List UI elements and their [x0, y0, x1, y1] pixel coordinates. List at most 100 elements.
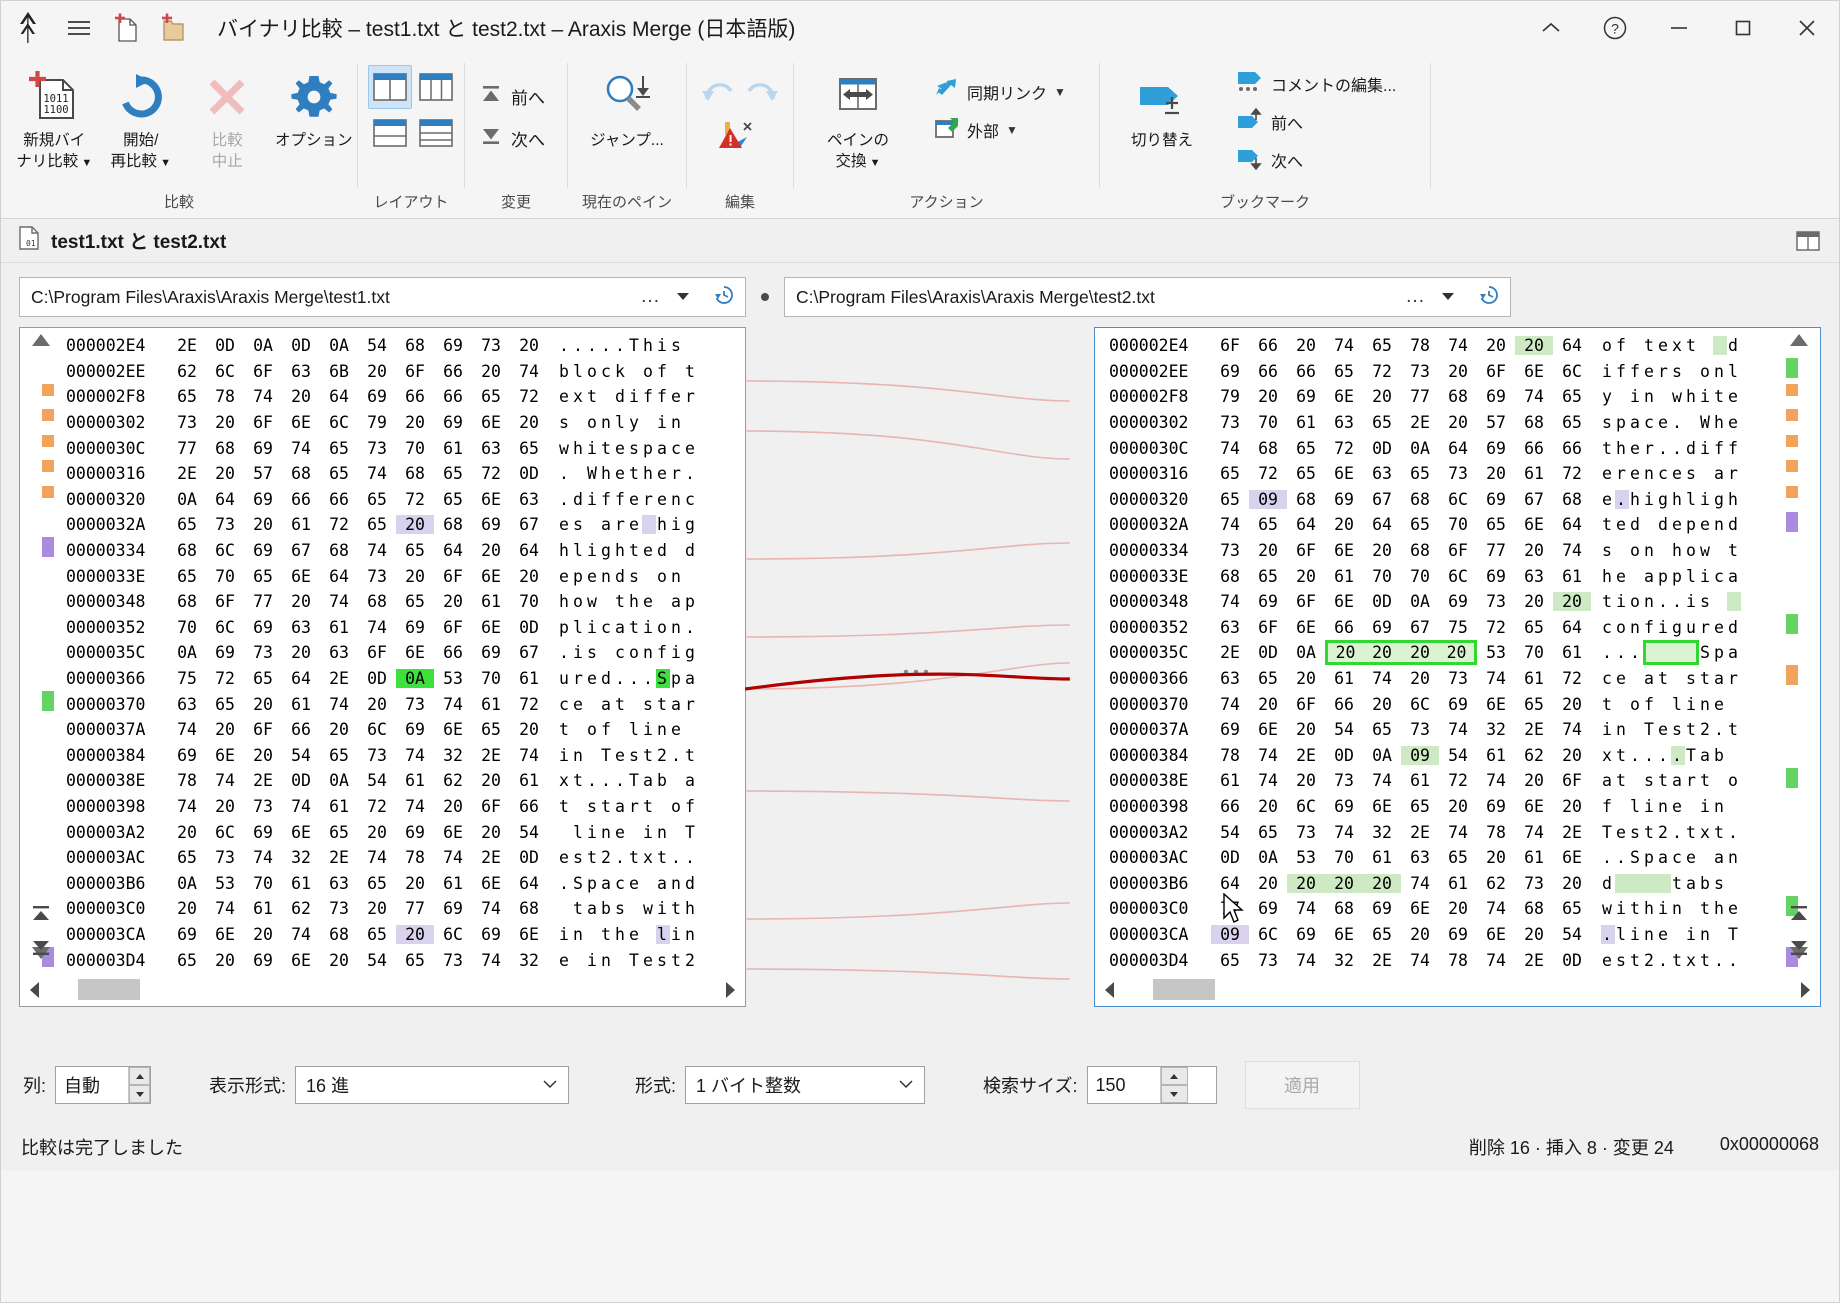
ascii-char[interactable]: s: [1601, 541, 1615, 560]
hex-byte[interactable]: 65: [1515, 695, 1553, 714]
ascii-char[interactable]: [1629, 669, 1643, 688]
ascii-char[interactable]: a: [1713, 464, 1727, 483]
hex-byte[interactable]: 6E: [1325, 925, 1363, 944]
ascii-char[interactable]: [1685, 797, 1699, 816]
hex-byte[interactable]: 65: [1401, 515, 1439, 534]
ascii-char[interactable]: [642, 567, 656, 586]
hex-byte[interactable]: 79: [1211, 387, 1249, 406]
hex-byte[interactable]: 61: [1515, 848, 1553, 867]
minimize-button[interactable]: [1647, 1, 1711, 55]
ascii-char[interactable]: [1657, 541, 1671, 560]
ascii-char[interactable]: x: [558, 771, 572, 790]
ascii-char[interactable]: n: [1615, 720, 1629, 739]
hex-byte[interactable]: 20: [282, 643, 320, 662]
ascii-char[interactable]: u: [1685, 618, 1699, 637]
ascii-char[interactable]: t: [1643, 823, 1657, 842]
hex-byte[interactable]: 65: [244, 567, 282, 586]
hex-byte[interactable]: 20: [472, 362, 510, 381]
hex-row[interactable]: 0000030273206F6E6C7920696E20s only in: [62, 410, 703, 436]
hex-byte[interactable]: 74: [1439, 720, 1477, 739]
hex-byte[interactable]: 68: [320, 541, 358, 560]
hex-byte[interactable]: 65: [1515, 618, 1553, 637]
hex-byte[interactable]: 63: [168, 695, 206, 714]
hex-byte[interactable]: 20: [1401, 669, 1439, 688]
hex-byte[interactable]: 68: [168, 541, 206, 560]
ascii-char[interactable]: i: [1699, 567, 1713, 586]
hex-byte[interactable]: 6E: [510, 925, 548, 944]
ascii-char[interactable]: i: [1699, 797, 1713, 816]
hex-byte[interactable]: 65: [206, 695, 244, 714]
change-marker[interactable]: [1786, 486, 1798, 498]
ascii-char[interactable]: w: [586, 592, 600, 611]
hex-byte[interactable]: 20: [1401, 925, 1439, 944]
ascii-char[interactable]: i: [628, 387, 642, 406]
ascii-char[interactable]: .: [684, 618, 698, 637]
ascii-char[interactable]: e: [1629, 464, 1643, 483]
hex-byte[interactable]: 70: [168, 618, 206, 637]
hex-row[interactable]: 00000334686C6967687465642064hlighted d: [62, 538, 703, 564]
ascii-char[interactable]: e: [1727, 899, 1741, 918]
ascii-char[interactable]: [642, 515, 656, 534]
hex-byte[interactable]: 2E: [472, 746, 510, 765]
ascii-char[interactable]: .: [1615, 643, 1629, 662]
hex-byte[interactable]: 6E: [1515, 797, 1553, 816]
ascii-char[interactable]: [600, 592, 614, 611]
hex-byte[interactable]: 73: [1401, 362, 1439, 381]
ascii-char[interactable]: g: [684, 515, 698, 534]
ascii-char[interactable]: o: [1629, 695, 1643, 714]
hex-byte[interactable]: 70: [472, 669, 510, 688]
hex-byte[interactable]: 65: [320, 439, 358, 458]
hex-byte[interactable]: 69: [1477, 439, 1515, 458]
hex-byte[interactable]: 65: [472, 387, 510, 406]
ascii-char[interactable]: [1615, 874, 1629, 893]
ascii-char[interactable]: a: [1601, 771, 1615, 790]
hex-byte[interactable]: 72: [510, 695, 548, 714]
ascii-char[interactable]: x: [1601, 746, 1615, 765]
ascii-char[interactable]: h: [572, 439, 586, 458]
ascii-char[interactable]: a: [1727, 643, 1741, 662]
hex-row[interactable]: 0000033E6865206170706C696361he applica: [1105, 563, 1778, 589]
ascii-char[interactable]: [586, 695, 600, 714]
hex-byte[interactable]: 69: [396, 618, 434, 637]
ascii-char[interactable]: n: [600, 823, 614, 842]
ascii-char[interactable]: t: [1671, 951, 1685, 970]
hex-byte[interactable]: 74: [358, 541, 396, 560]
ascii-char[interactable]: e: [642, 592, 656, 611]
ascii-char[interactable]: e: [670, 720, 684, 739]
hex-byte[interactable]: 6F: [358, 643, 396, 662]
hex-byte[interactable]: 32: [1477, 720, 1515, 739]
hex-row-ascii[interactable]: es are hig: [558, 515, 698, 534]
hex-byte[interactable]: 57: [1477, 413, 1515, 432]
hex-byte[interactable]: 66: [1287, 362, 1325, 381]
ascii-char[interactable]: h: [1685, 387, 1699, 406]
hex-row[interactable]: 000003CA696E20746865206C696Ein the lin: [62, 922, 703, 948]
hex-byte[interactable]: 69: [434, 413, 472, 432]
change-marker[interactable]: [42, 486, 54, 498]
hex-byte[interactable]: 65: [1249, 567, 1287, 586]
ascii-char[interactable]: f: [1615, 336, 1629, 355]
ascii-char[interactable]: e: [642, 541, 656, 560]
hex-byte[interactable]: 2E: [1211, 643, 1249, 662]
ascii-char[interactable]: n: [600, 567, 614, 586]
hex-byte[interactable]: 65: [396, 592, 434, 611]
ascii-char[interactable]: [558, 899, 572, 918]
hex-byte[interactable]: 74: [358, 848, 396, 867]
ascii-char[interactable]: p: [1643, 848, 1657, 867]
ascii-char[interactable]: i: [1643, 490, 1657, 509]
ascii-char[interactable]: e: [628, 925, 642, 944]
hex-byte[interactable]: 20: [1287, 669, 1325, 688]
ascii-char[interactable]: b: [1699, 874, 1713, 893]
change-marker[interactable]: [42, 537, 54, 557]
ascii-char[interactable]: h: [684, 899, 698, 918]
hex-byte[interactable]: 6E: [206, 746, 244, 765]
hex-row-ascii[interactable]: t of line: [1601, 695, 1741, 714]
hex-byte[interactable]: 74: [1553, 541, 1591, 560]
ascii-char[interactable]: S: [1699, 643, 1713, 662]
hex-row-ascii[interactable]: in the lin: [558, 925, 698, 944]
ascii-char[interactable]: n: [1699, 925, 1713, 944]
hex-byte[interactable]: 65: [1211, 490, 1249, 509]
hex-byte[interactable]: 6C: [1439, 490, 1477, 509]
right-scroll-up-arrow-icon[interactable]: [1788, 332, 1810, 353]
ascii-char[interactable]: .: [600, 336, 614, 355]
ascii-char[interactable]: S: [656, 669, 670, 688]
